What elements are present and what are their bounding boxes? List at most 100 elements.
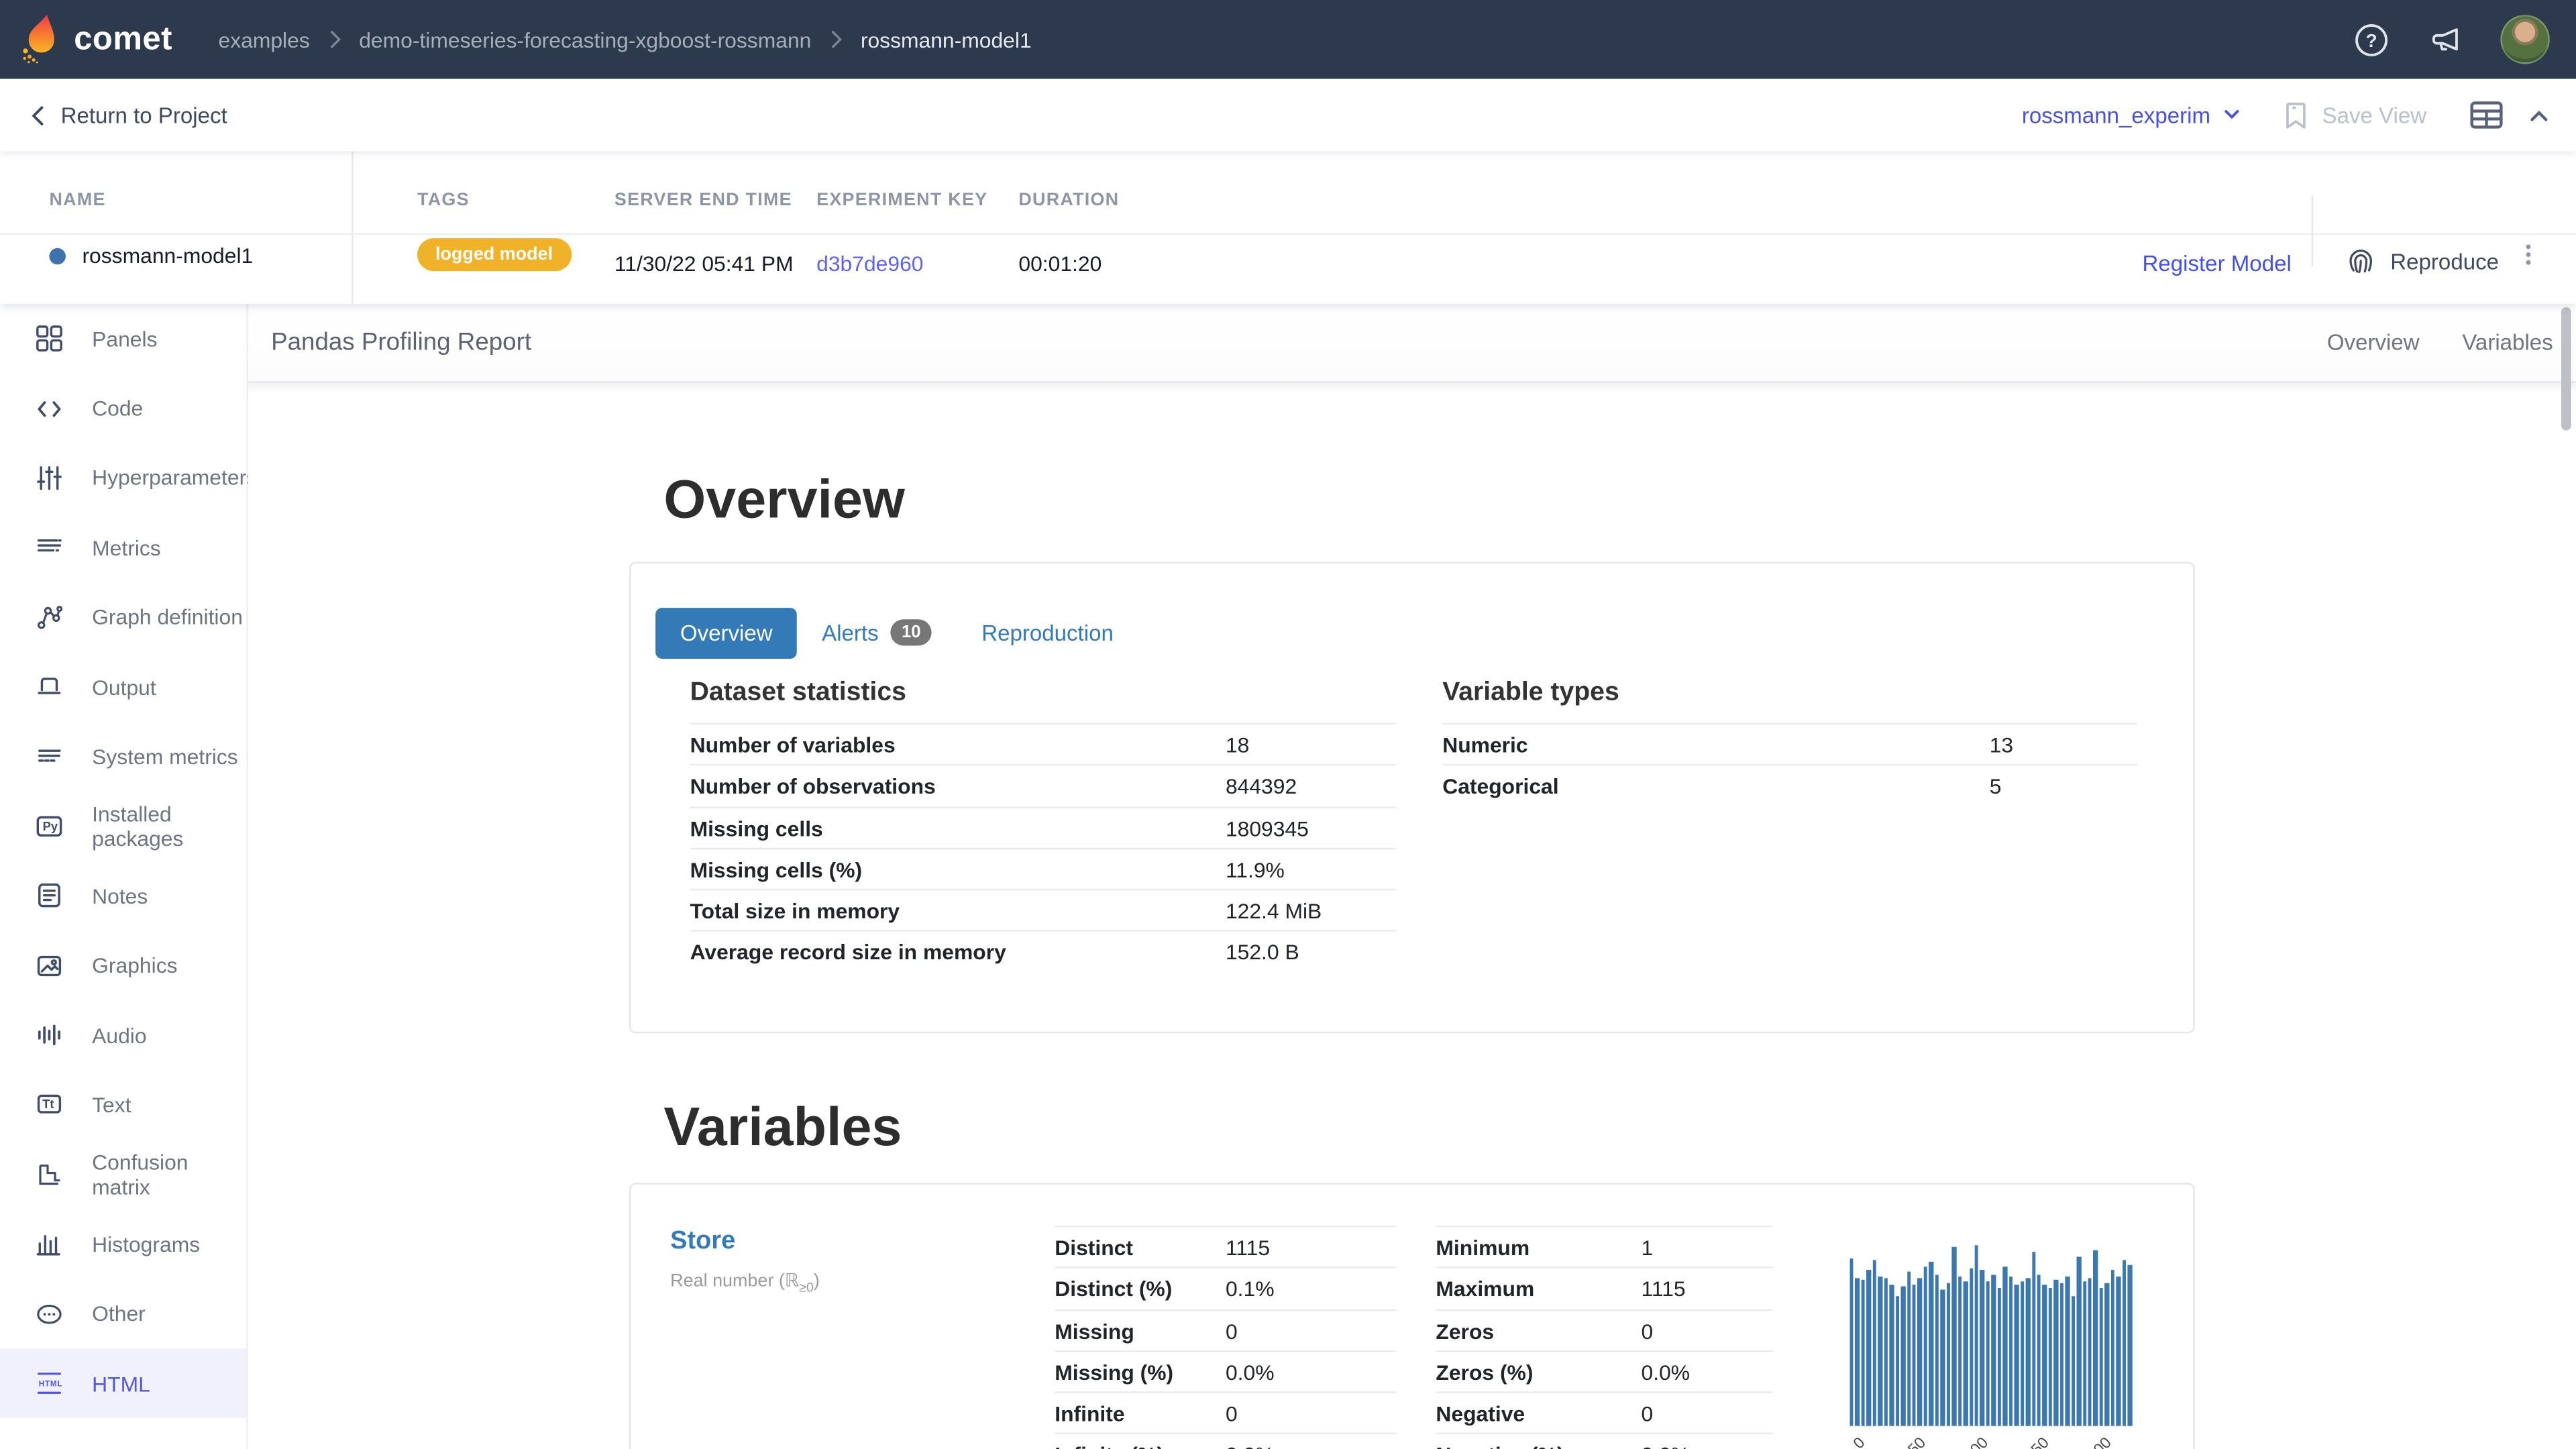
type-suffix: ) [814, 1272, 820, 1291]
report-scrollbar-thumb[interactable] [2561, 307, 2571, 431]
histogram-bar [1941, 1289, 1945, 1426]
sidebar-item-label: HTML [92, 1371, 150, 1396]
experiment-name-cell[interactable]: rossmann-model1 [49, 243, 253, 268]
column-header-name[interactable]: NAME [49, 191, 105, 210]
histogram-bar [1946, 1283, 1950, 1426]
breadcrumb-project[interactable]: demo-timeseries-forecasting-xgboost-ross… [359, 27, 811, 52]
tab-alerts[interactable]: Alerts 10 [797, 606, 957, 659]
chevron-up-icon[interactable] [2528, 107, 2550, 122]
server-end-time-value: 11/30/22 05:41 PM [614, 252, 794, 276]
sidebar-item-html[interactable]: HTML HTML [0, 1348, 246, 1418]
sidebar-item-system-metrics[interactable]: System metrics [0, 722, 246, 792]
table-row: Infinite (%)0.0% [1055, 1434, 1396, 1449]
histogram-bar [1986, 1281, 1990, 1426]
histogram-bar [1890, 1285, 1894, 1426]
stat-value: 1115 [1226, 1227, 1270, 1269]
histogram-bar [2077, 1256, 2081, 1426]
store-right-stats-table: Minimum1 Maximum1115 Zeros0 Zeros (%)0.0… [1436, 1226, 1772, 1449]
x-tick-label: 0 [1850, 1434, 1869, 1449]
sidebar-item-installed-packages[interactable]: Py Installed packages [0, 792, 246, 861]
breadcrumb-project-group[interactable]: examples [218, 27, 309, 52]
sidebar-item-label: Graphics [92, 953, 177, 978]
store-histogram-x-axis: 0 250 500 750 1000 [1850, 1434, 2133, 1449]
sidebar-item-notes[interactable]: Notes [0, 861, 246, 931]
sidebar-item-confusion-matrix[interactable]: Confusion matrix [0, 1140, 246, 1210]
sidebar-item-text[interactable]: Tt Text [0, 1070, 246, 1140]
store-variable-link[interactable]: Store [670, 1227, 735, 1256]
confusion-matrix-icon [34, 1160, 64, 1189]
reproduce-button[interactable]: Reproduce [2346, 246, 2499, 276]
panel-title: Pandas Profiling Report [271, 329, 531, 357]
x-tick-label: 1000 [2078, 1434, 2116, 1449]
table-row: Total size in memory122.4 MiB [690, 889, 1397, 930]
brand-name: comet [74, 21, 172, 58]
sidebar-item-metrics[interactable]: Metrics [0, 513, 246, 583]
table-row: Minimum1 [1436, 1226, 1772, 1267]
table-row: Numeric13 [1442, 723, 2137, 765]
histogram-bar [1957, 1277, 1962, 1426]
column-header-tags[interactable]: TAGS [417, 191, 470, 210]
svg-text:HTML: HTML [39, 1380, 63, 1389]
stat-value: 0.0% [1226, 1352, 1275, 1393]
sidebar-item-other[interactable]: Other [0, 1279, 246, 1348]
histogram-bar [2094, 1250, 2098, 1426]
experiment-view-select[interactable]: rossmann_experim [2022, 103, 2242, 127]
tab-overview[interactable]: Overview [655, 607, 797, 658]
bookmark-icon [2284, 101, 2309, 129]
stat-value: 0 [1226, 1310, 1238, 1352]
comet-logo[interactable]: comet [19, 15, 172, 64]
stat-value: 0 [1642, 1310, 1654, 1352]
histogram-bar [2054, 1280, 2058, 1426]
stat-value: 5 [1990, 766, 2002, 808]
experiment-view-name: rossmann_experim [2022, 103, 2210, 127]
register-model-link[interactable]: Register Model [2142, 252, 2291, 276]
column-header-duration[interactable]: DURATION [1018, 191, 1119, 210]
view-tools [2469, 99, 2550, 131]
tag-logged-model[interactable]: logged model [417, 238, 571, 271]
panel-link-overview[interactable]: Overview [2327, 330, 2420, 355]
stat-value: 1115 [1642, 1269, 1686, 1310]
histogram-bar [1975, 1245, 1979, 1426]
megaphone-icon[interactable] [2426, 21, 2464, 58]
histogram-bar [2111, 1270, 2115, 1426]
column-header-server-end-time[interactable]: SERVER END TIME [614, 191, 792, 210]
stat-label: Distinct [1055, 1236, 1133, 1260]
histogram-bar [2015, 1285, 2019, 1426]
experiment-color-dot [49, 248, 65, 264]
histogram-bar [2059, 1283, 2063, 1426]
row-menu-icon[interactable] [2515, 240, 2541, 270]
sidebar-item-histograms[interactable]: Histograms [0, 1210, 246, 1279]
code-icon [34, 394, 64, 423]
type-prefix: Real number (ℝ [670, 1272, 799, 1291]
return-to-project-link[interactable]: Return to Project [30, 103, 227, 127]
text-icon: Tt [34, 1090, 64, 1120]
duration-value: 00:01:20 [1018, 252, 1102, 276]
sidebar-item-graphics[interactable]: Graphics [0, 930, 246, 1000]
stat-label: Minimum [1436, 1236, 1529, 1260]
column-header-experiment-key[interactable]: EXPERIMENT KEY [816, 191, 987, 210]
sidebar-item-graph-definition[interactable]: Graph definition [0, 582, 246, 652]
histogram-bar [2026, 1278, 2030, 1426]
help-icon[interactable]: ? [2353, 21, 2390, 58]
sidebar-item-hyperparameters[interactable]: Hyperparameters [0, 443, 246, 513]
histogram-bar [1964, 1281, 1968, 1426]
histogram-bar [1952, 1247, 1956, 1426]
sidebar-item-panels[interactable]: Panels [0, 304, 246, 374]
sidebar-item-audio[interactable]: Audio [0, 1000, 246, 1070]
sidebar-item-output[interactable]: Output [0, 652, 246, 722]
user-avatar[interactable] [2500, 15, 2549, 64]
save-view-button[interactable]: Save View [2284, 101, 2426, 129]
stat-label: Missing (%) [1055, 1360, 1173, 1385]
tab-reproduction[interactable]: Reproduction [957, 607, 1138, 658]
stat-value: 11.9% [1226, 849, 1285, 891]
table-view-icon[interactable] [2469, 99, 2504, 131]
panel-link-variables[interactable]: Variables [2462, 330, 2553, 355]
type-subscript: ≥0 [799, 1280, 814, 1295]
experiment-key-link[interactable]: d3b7de960 [816, 252, 923, 276]
table-row: Missing (%) 0.0% [1055, 1350, 1396, 1392]
histogram-bar [1867, 1270, 1871, 1426]
histogram-bar [1980, 1270, 1984, 1426]
sidebar-item-code[interactable]: Code [0, 374, 246, 443]
breadcrumb-experiment[interactable]: rossmann-model1 [861, 27, 1032, 52]
sidebar-item-label: Code [92, 396, 143, 421]
